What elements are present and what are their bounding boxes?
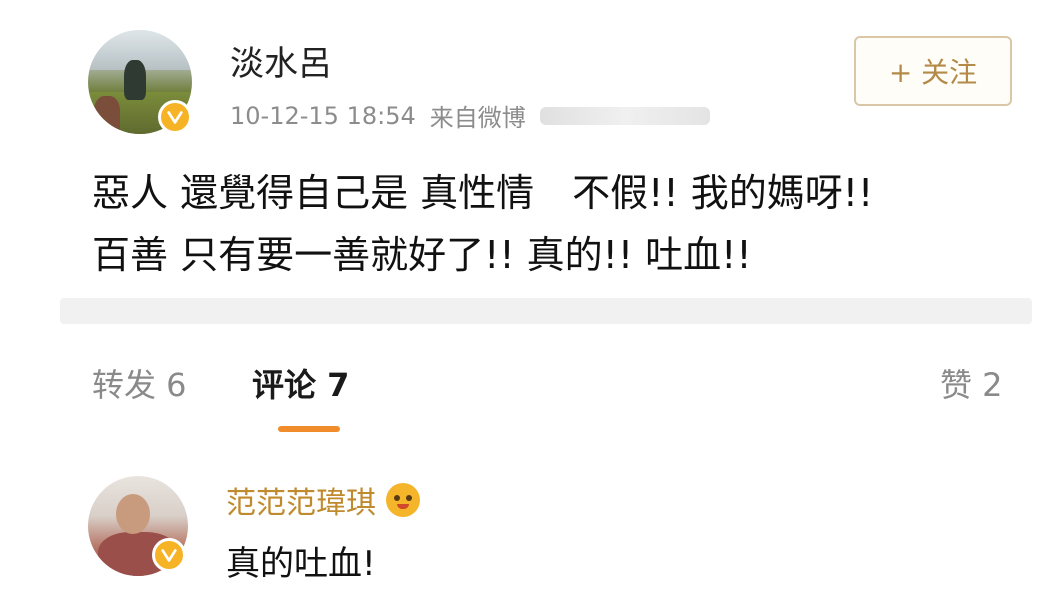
- post-body: 惡人 還覺得自己是 真性情 不假!! 我的媽呀!! 百善 只有要一善就好了!! …: [92, 162, 1012, 286]
- avatar-head: [116, 494, 150, 534]
- source-blurred: [539, 106, 710, 125]
- verified-icon: [158, 100, 192, 134]
- section-divider: [60, 298, 1032, 324]
- post-tabs: 转发 6 评论 7 赞 2: [0, 360, 1054, 440]
- post-meta: 10-12-15 18:54 来自微博: [230, 98, 710, 133]
- tab-likes[interactable]: 赞 2: [940, 360, 1003, 406]
- follow-label: + 关注: [888, 56, 978, 89]
- post-text-line: 惡人 還覺得自己是 真性情 不假!! 我的媽呀!!: [92, 171, 874, 215]
- commenter-username-row: 范范范瑋琪: [226, 478, 420, 522]
- tab-comments[interactable]: 评论 7: [252, 360, 349, 406]
- member-emoji-icon: [386, 483, 420, 517]
- comment-text: 真的吐血!: [226, 544, 376, 584]
- commenter-username[interactable]: 范范范瑋琪: [226, 478, 376, 522]
- verified-icon: [152, 538, 186, 572]
- avatar-tree: [124, 60, 146, 100]
- post-timestamp: 10-12-15 18:54: [230, 101, 416, 130]
- comment-item: 范范范瑋琪 真的吐血!: [0, 470, 1054, 598]
- post-text-line: 百善 只有要一善就好了!! 真的!! 吐血!!: [92, 233, 752, 277]
- avatar-person: [94, 96, 120, 132]
- active-tab-indicator: [278, 426, 340, 432]
- tab-retweet[interactable]: 转发 6: [92, 360, 187, 406]
- post-source: 来自微博: [429, 104, 526, 132]
- weibo-post: 淡水呂 10-12-15 18:54 来自微博 + 关注 惡人 還覺得自己是 真…: [0, 0, 1054, 300]
- follow-button[interactable]: + 关注: [854, 36, 1012, 106]
- poster-username[interactable]: 淡水呂: [230, 36, 332, 85]
